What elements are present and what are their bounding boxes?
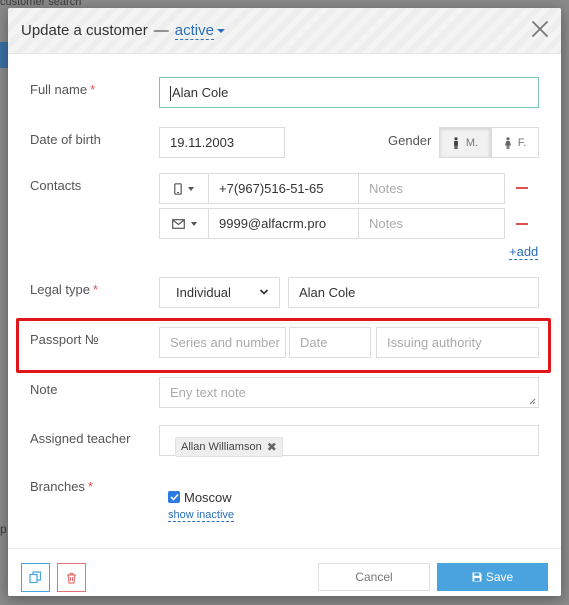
legal-name-value: Alan Cole	[299, 285, 356, 300]
required-mark: *	[93, 282, 99, 297]
legal-type-selected: Individual	[176, 285, 231, 300]
note-textarea[interactable]: Eny text note	[159, 377, 539, 408]
save-label: Save	[485, 570, 514, 584]
modal-footer: Cancel Save	[8, 548, 561, 596]
female-icon	[504, 136, 511, 149]
required-mark: *	[87, 479, 93, 494]
contact-email-value: 9999@alfacrm.pro	[219, 216, 327, 231]
cancel-label: Cancel	[355, 570, 393, 584]
email-icon	[171, 218, 185, 229]
required-mark: *	[90, 82, 96, 97]
text-cursor	[170, 86, 171, 102]
resize-handle-icon[interactable]	[528, 397, 536, 405]
note-label: Note	[30, 382, 58, 397]
full-name-input[interactable]: Alan Cole	[159, 77, 539, 108]
add-contact-link[interactable]: +add	[509, 244, 539, 260]
gender-female-button[interactable]: F.	[491, 127, 539, 158]
legal-type-select[interactable]: Individual	[159, 277, 280, 308]
contact-type-email	[160, 209, 208, 238]
full-name-label-text: Full name	[30, 82, 88, 97]
branches-label: Branches *	[30, 479, 93, 494]
notes-placeholder: Notes	[369, 216, 403, 231]
passport-date-placeholder: Date	[300, 335, 328, 350]
branch-checkbox-label: Moscow	[184, 490, 232, 505]
legal-type-label-text: Legal type	[30, 282, 90, 297]
remove-contact-button[interactable]	[516, 187, 528, 189]
copy-button[interactable]	[21, 563, 50, 592]
full-name-label: Full name *	[30, 82, 95, 97]
male-icon	[453, 136, 458, 149]
passport-series-placeholder: Series and number	[170, 335, 280, 350]
notes-placeholder: Notes	[369, 181, 403, 196]
contact-email-notes-input[interactable]: Notes	[358, 208, 505, 239]
status-dropdown[interactable]: active	[174, 22, 214, 40]
passport-authority-input[interactable]: Issuing authority	[376, 327, 539, 358]
date-of-birth-label: Date of birth	[30, 132, 101, 147]
branch-checkbox[interactable]	[168, 491, 180, 503]
contact-phone-notes-input[interactable]: Notes	[358, 173, 505, 204]
floppy-disk-icon	[472, 572, 482, 582]
legal-type-label: Legal type *	[30, 282, 98, 297]
background-sidebar-strip	[0, 42, 8, 68]
show-inactive-link[interactable]: show inactive	[168, 509, 235, 522]
chevron-down-icon	[190, 221, 197, 226]
assigned-teacher-label: Assigned teacher	[30, 431, 131, 446]
contacts-label: Contacts	[30, 178, 82, 193]
background-search-label: customer search	[0, 0, 82, 8]
full-name-value: Alan Cole	[172, 85, 229, 100]
background-letter: p	[0, 522, 7, 536]
contact-type-phone	[160, 174, 208, 203]
title-separator: —	[153, 22, 169, 39]
passport-series-input[interactable]: Series and number	[159, 327, 286, 358]
modal-title: Update a customer — active	[21, 22, 225, 40]
close-button[interactable]	[529, 18, 551, 40]
cancel-button[interactable]: Cancel	[318, 563, 430, 591]
date-of-birth-value: 19.11.2003	[170, 135, 235, 150]
branches-label-text: Branches	[30, 479, 85, 494]
remove-tag-icon[interactable]: ✖	[267, 440, 277, 454]
phone-icon	[174, 182, 182, 195]
contact-email-input[interactable]: 9999@alfacrm.pro	[208, 208, 359, 239]
update-customer-modal: Update a customer — active Full name * Alan…	[8, 8, 561, 596]
chevron-down-icon	[188, 186, 194, 191]
teacher-tag: Allan Williamson ✖	[175, 437, 283, 457]
note-placeholder: Eny text note	[170, 385, 246, 400]
save-button[interactable]: Save	[437, 563, 548, 591]
teacher-tag-label: Allan Williamson	[181, 441, 262, 453]
modal-header: Update a customer — active	[8, 8, 561, 54]
date-of-birth-input[interactable]: 19.11.2003	[159, 127, 285, 158]
gender-male-button[interactable]: M.	[439, 127, 491, 158]
contact-phone-input[interactable]: +7(967)516-51-65	[208, 173, 359, 204]
close-icon	[532, 21, 548, 37]
delete-button[interactable]	[57, 563, 86, 592]
copy-icon	[29, 571, 42, 584]
status-label: active	[174, 22, 214, 39]
contact-type-select-phone[interactable]	[159, 173, 209, 204]
caret-down-icon[interactable]	[216, 29, 225, 34]
contact-phone-value: +7(967)516-51-65	[219, 181, 324, 196]
passport-label: Passport №	[30, 332, 99, 347]
remove-contact-button[interactable]	[516, 223, 528, 225]
modal-title-text: Update a customer	[21, 22, 148, 39]
trash-icon	[67, 572, 76, 584]
gender-female-label: F.	[517, 136, 527, 149]
check-icon	[169, 493, 179, 501]
passport-authority-placeholder: Issuing authority	[387, 335, 482, 350]
gender-label: Gender	[388, 133, 432, 148]
contact-type-select-email[interactable]	[159, 208, 209, 239]
passport-date-input[interactable]: Date	[289, 327, 371, 358]
legal-name-input[interactable]: Alan Cole	[288, 277, 539, 308]
chevron-down-icon	[259, 289, 269, 295]
gender-male-label: M.	[465, 136, 479, 149]
